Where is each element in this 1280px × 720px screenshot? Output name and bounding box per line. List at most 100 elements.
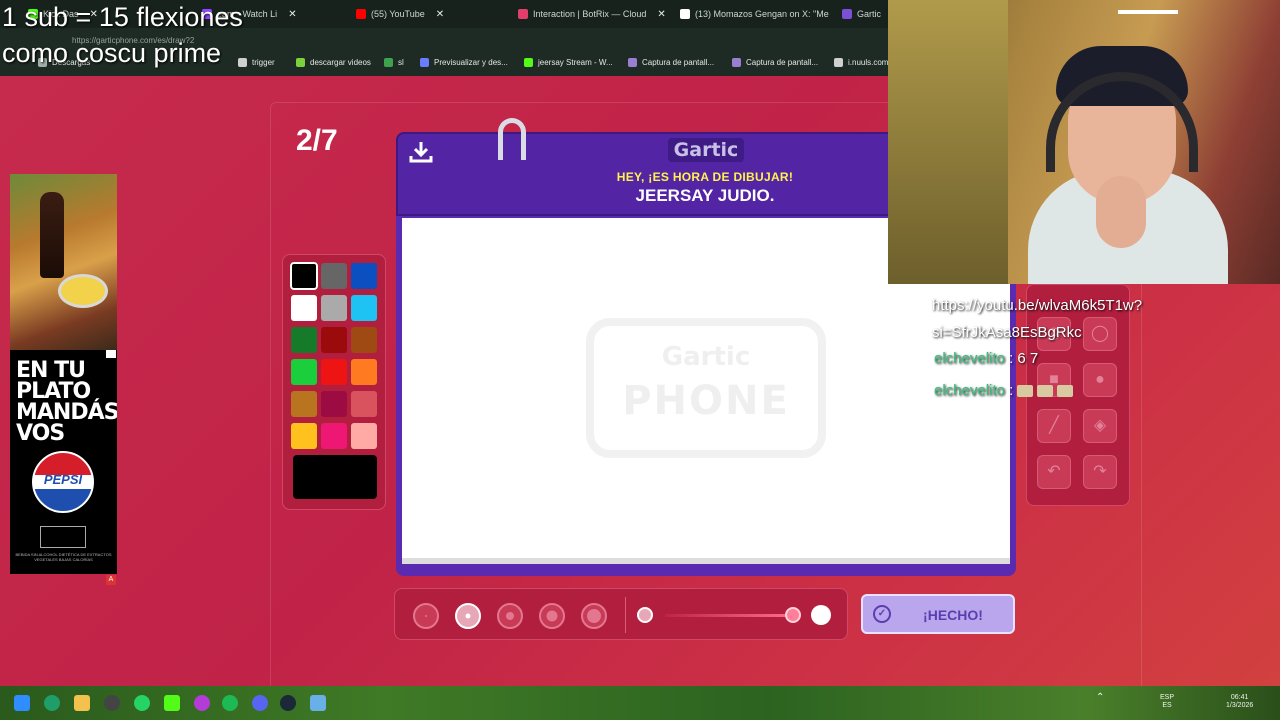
color-swatch[interactable]: [351, 327, 377, 353]
kick-icon[interactable]: [164, 695, 180, 711]
undo-icon[interactable]: ↶: [1037, 455, 1071, 489]
download-icon[interactable]: [408, 140, 434, 164]
language-indicator[interactable]: ESP ES: [1160, 694, 1174, 710]
brush-size-button[interactable]: [539, 603, 565, 629]
bookmark-item[interactable]: jeersay Stream - W...: [524, 58, 613, 67]
color-swatch[interactable]: [321, 327, 347, 353]
bookmark-item[interactable]: trigger: [238, 58, 275, 67]
discord-icon[interactable]: [252, 695, 268, 711]
done-button[interactable]: ✓ ¡HECHO!: [861, 594, 1015, 634]
clock[interactable]: 06:41 1/3/2026: [1226, 694, 1253, 710]
color-swatch[interactable]: [321, 263, 347, 289]
whatsapp-icon[interactable]: [134, 695, 150, 711]
color-swatch[interactable]: [290, 262, 318, 290]
tray-chevron-icon[interactable]: ⌃: [1096, 693, 1104, 703]
brush-size-dot: [506, 612, 514, 620]
edge-icon[interactable]: [44, 695, 60, 711]
chat-link-message: https://youtu.be/wlvaM6k5T1w? si=SfrJkAs…: [932, 297, 1143, 341]
steam-icon[interactable]: [280, 695, 296, 711]
circle-fill-tool-icon[interactable]: ●: [1083, 363, 1117, 397]
file-explorer-icon[interactable]: [74, 695, 90, 711]
browser-tab[interactable]: (13) Momazos Gengan on X: "Me✕: [674, 4, 834, 24]
color-swatch[interactable]: [351, 391, 377, 417]
redo-icon[interactable]: ↷: [1083, 455, 1117, 489]
brush-size-button[interactable]: [497, 603, 523, 629]
color-swatch[interactable]: [321, 295, 347, 321]
chrome-icon[interactable]: [104, 695, 120, 711]
ad-legal-box: [40, 526, 86, 548]
pepsi-ad[interactable]: EN TU PLATO MANDÁS VOS PEPSI BEBIDA SIN …: [10, 174, 117, 574]
webcam-background: [888, 0, 1008, 284]
color-swatch[interactable]: [291, 359, 317, 385]
app-icon[interactable]: [194, 695, 210, 711]
chat-emote-icon: [1057, 385, 1074, 398]
gartic-phone-watermark: Gartic PHONE: [586, 318, 826, 458]
brush-size-button[interactable]: [581, 603, 607, 629]
opacity-max-knob[interactable]: [811, 605, 831, 625]
windows-start-icon[interactable]: [14, 695, 30, 711]
brush-size-dot: [425, 615, 427, 617]
prompt-word: JEERSAY JUDIO.: [635, 186, 775, 205]
bookmark-item[interactable]: i.nuuls.com: [834, 58, 888, 67]
bookmark-item[interactable]: descargar videos: [296, 58, 371, 67]
opacity-min-knob[interactable]: [637, 607, 653, 623]
color-swatch[interactable]: [351, 359, 377, 385]
opacity-slider-track[interactable]: [665, 614, 795, 617]
color-swatch[interactable]: [291, 423, 317, 449]
chat-text: : 6 7: [1009, 350, 1039, 367]
stream-goal-line2: como coscu prime: [2, 38, 222, 68]
tab-label: (55) YouTube: [371, 9, 425, 19]
ad-food-photo: [10, 174, 117, 350]
ad-bowl-image: [58, 274, 108, 308]
tab-favicon-icon: [356, 9, 366, 19]
bookmark-icon: [384, 58, 393, 67]
prompt-instruction: HEY, ¡ES HORA DE DIBUJAR!: [616, 170, 794, 184]
windows-taskbar: ⌃ ESP ES 06:41 1/3/2026: [0, 686, 1280, 720]
color-swatch[interactable]: [351, 423, 377, 449]
line-tool-icon[interactable]: ╱: [1037, 409, 1071, 443]
bookmark-icon: [238, 58, 247, 67]
browser-tab[interactable]: Gartic✕: [836, 4, 888, 24]
check-icon: ✓: [873, 605, 891, 623]
fill-bucket-icon[interactable]: ◈: [1083, 409, 1117, 443]
color-swatch[interactable]: [321, 423, 347, 449]
bookmark-icon: [834, 58, 843, 67]
bookmark-item[interactable]: Previsualizar y des...: [420, 58, 508, 67]
bookmark-label: Captura de pantall...: [642, 58, 715, 67]
chat-emote-icon: [1017, 385, 1034, 398]
ad-choices-icon[interactable]: [106, 350, 116, 358]
chat-username: elchevelito: [934, 382, 1005, 399]
ad-brand: PEPSI: [43, 472, 83, 487]
browser-tab[interactable]: (55) YouTube ✕: [350, 4, 510, 24]
brush-size-button[interactable]: [413, 603, 439, 629]
close-tab-icon[interactable]: ✕: [657, 9, 665, 20]
color-swatch[interactable]: [291, 391, 317, 417]
brush-size-button[interactable]: [455, 603, 481, 629]
spotify-icon[interactable]: [222, 695, 238, 711]
color-swatch[interactable]: [351, 295, 377, 321]
webcam-hand: [1096, 176, 1146, 248]
current-color-preview: [293, 455, 377, 499]
color-swatch[interactable]: [321, 359, 347, 385]
bookmark-label: Captura de pantall...: [746, 58, 819, 67]
ad-info-icon[interactable]: A: [106, 575, 116, 585]
color-swatch[interactable]: [291, 327, 317, 353]
notepad-icon[interactable]: [310, 695, 326, 711]
close-tab-icon[interactable]: ✕: [288, 9, 296, 20]
tab-label: Interaction | BotRix — Cloud: [533, 9, 647, 19]
bookmark-icon: [628, 58, 637, 67]
bookmark-item[interactable]: Captura de pantall...: [732, 58, 818, 67]
color-swatch[interactable]: [351, 263, 377, 289]
color-swatch[interactable]: [291, 295, 317, 321]
bookmark-item[interactable]: sl: [384, 58, 404, 67]
color-swatch[interactable]: [321, 391, 347, 417]
bookmark-label: sl: [398, 58, 404, 67]
ad-headline: EN TU PLATO MANDÁS VOS: [16, 358, 117, 446]
bookmark-item[interactable]: Captura de pantall...: [628, 58, 714, 67]
opacity-slider-handle[interactable]: [785, 607, 801, 623]
watermark-line1: Gartic: [661, 342, 751, 372]
chat-username: elchevelito: [934, 350, 1005, 367]
browser-tab[interactable]: Interaction | BotRix — Cloud ✕: [512, 4, 672, 24]
close-tab-icon[interactable]: ✕: [436, 9, 444, 20]
chat-message: elchevelito :: [934, 382, 1074, 399]
